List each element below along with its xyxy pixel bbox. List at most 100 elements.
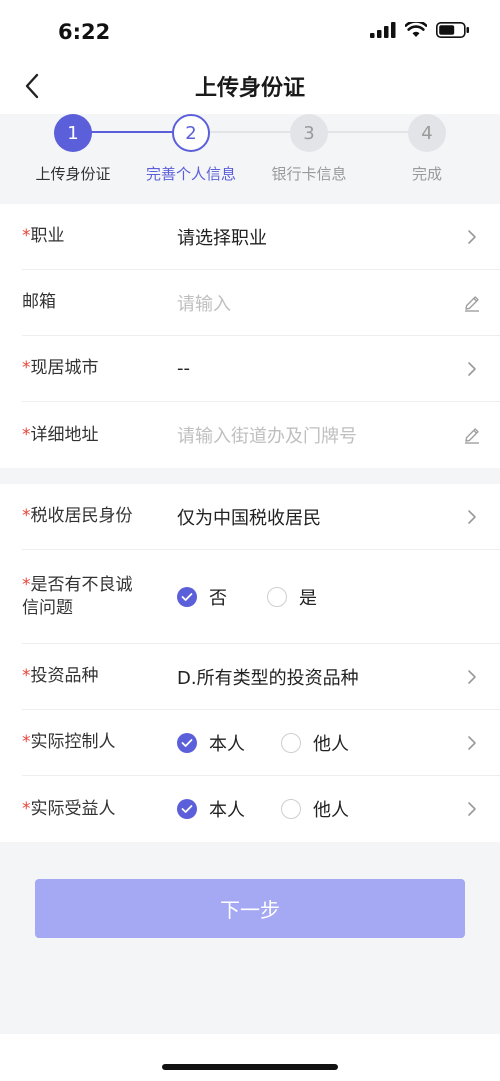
status-time: 6:22 — [58, 20, 111, 44]
email-row[interactable]: 邮箱 请输入 — [22, 270, 500, 336]
step-2-label: 完善个人信息 — [145, 165, 236, 183]
radio-unchecked-icon — [267, 586, 287, 607]
investment-type-label: *投资品种 — [22, 665, 177, 688]
radio-checked-icon — [177, 586, 197, 607]
controller-row: *实际控制人 本人 他人 — [22, 710, 500, 776]
tax-residency-select[interactable]: 仅为中国税收居民 — [177, 504, 321, 530]
contact-info-card: *职业 请选择职业 邮箱 请输入 *现居城市 -- *详细地址 请输入街道办及门… — [0, 204, 500, 468]
step-4-circle: 4 — [408, 114, 446, 152]
step-3: 3 银行卡信息 — [249, 114, 369, 184]
next-step-button[interactable]: 下一步 — [35, 879, 465, 938]
nav-bar: 上传身份证 — [0, 58, 500, 114]
credit-issue-no-label: 否 — [209, 587, 227, 609]
chevron-right-icon — [462, 667, 482, 687]
chevron-right-icon[interactable] — [462, 799, 482, 819]
required-mark: * — [22, 732, 31, 752]
chevron-right-icon — [462, 359, 482, 379]
credit-issue-radio-group: 否 是 — [177, 584, 353, 610]
step-4-number: 4 — [421, 122, 433, 144]
credit-issue-yes-label: 是 — [299, 587, 317, 609]
step-2: 2 完善个人信息 — [131, 114, 251, 184]
address-label-text: 详细地址 — [30, 424, 99, 445]
step-2-number: 2 — [185, 122, 197, 144]
radio-unchecked-icon — [281, 799, 301, 819]
step-1-number: 1 — [67, 122, 79, 144]
credit-issue-label: *是否有不良诚 信问题 — [22, 574, 177, 620]
credit-issue-yes-radio[interactable]: 是 — [267, 584, 317, 610]
controller-self-radio[interactable]: 本人 — [177, 730, 245, 756]
status-bar: 6:22 — [0, 0, 500, 58]
radio-checked-icon — [177, 732, 197, 753]
pencil-icon[interactable] — [462, 293, 482, 313]
pencil-icon[interactable] — [462, 425, 482, 445]
step-4: 4 完成 — [367, 114, 487, 184]
step-3-circle: 3 — [290, 114, 328, 152]
credit-issue-label-line1: 是否有不良诚 — [30, 574, 133, 595]
status-icons — [370, 22, 470, 38]
step-1: 1 上传身份证 — [13, 114, 133, 184]
city-row[interactable]: *现居城市 -- — [22, 336, 500, 402]
occupation-label-text: 职业 — [30, 226, 65, 246]
radio-unchecked-icon — [281, 732, 301, 753]
address-label: *详细地址 — [22, 424, 177, 447]
controller-other-radio[interactable]: 他人 — [281, 730, 349, 756]
beneficiary-other-radio[interactable]: 他人 — [281, 796, 349, 822]
required-mark: * — [22, 574, 31, 595]
credit-issue-no-radio[interactable]: 否 — [177, 584, 227, 610]
city-select[interactable]: -- — [177, 358, 190, 379]
required-mark: * — [22, 506, 31, 526]
controller-other-label: 他人 — [313, 733, 349, 755]
step-3-number: 3 — [303, 122, 315, 144]
required-mark: * — [22, 226, 31, 246]
investment-type-row[interactable]: *投资品种 D.所有类型的投资品种 — [22, 644, 500, 710]
tax-residency-label-text: 税收居民身份 — [30, 506, 133, 526]
controller-self-label: 本人 — [209, 733, 245, 755]
occupation-row[interactable]: *职业 请选择职业 — [22, 204, 500, 270]
controller-label: *实际控制人 — [22, 731, 177, 754]
home-indicator — [162, 1064, 338, 1070]
investment-type-select[interactable]: D.所有类型的投资品种 — [177, 664, 359, 690]
tax-residency-row[interactable]: *税收居民身份 仅为中国税收居民 — [22, 484, 500, 550]
chevron-right-icon[interactable] — [462, 733, 482, 753]
investment-type-label-text: 投资品种 — [30, 666, 99, 686]
beneficiary-radio-group: 本人 他人 — [177, 796, 385, 822]
city-label: *现居城市 — [22, 357, 177, 380]
chevron-right-icon — [462, 227, 482, 247]
beneficiary-row: *实际受益人 本人 他人 — [22, 776, 500, 842]
battery-icon — [436, 22, 469, 38]
progress-stepper: 1 上传身份证 2 完善个人信息 3 银行卡信息 4 完成 — [0, 114, 500, 204]
beneficiary-self-radio[interactable]: 本人 — [177, 796, 245, 822]
step-3-label: 银行卡信息 — [271, 165, 347, 183]
beneficiary-label: *实际受益人 — [22, 798, 177, 821]
compliance-info-card: *税收居民身份 仅为中国税收居民 *是否有不良诚 信问题 否 是 *投资品种 D… — [0, 484, 500, 842]
controller-label-text: 实际控制人 — [30, 732, 116, 752]
tax-residency-label: *税收居民身份 — [22, 505, 177, 528]
credit-issue-row: *是否有不良诚 信问题 否 是 — [22, 550, 500, 644]
step-2-circle: 2 — [172, 114, 210, 152]
occupation-select[interactable]: 请选择职业 — [177, 224, 267, 250]
controller-radio-group: 本人 他人 — [177, 730, 385, 756]
required-mark: * — [22, 424, 31, 445]
occupation-label: *职业 — [22, 225, 177, 248]
credit-issue-label-line2: 信问题 — [22, 597, 73, 618]
cellular-signal-icon — [370, 22, 396, 38]
address-row[interactable]: *详细地址 请输入街道办及门牌号 — [22, 402, 500, 468]
chevron-right-icon — [462, 507, 482, 527]
required-mark: * — [22, 666, 31, 686]
email-input[interactable]: 请输入 — [177, 290, 231, 316]
email-label: 邮箱 — [22, 292, 56, 312]
city-label-text: 现居城市 — [30, 358, 99, 378]
beneficiary-other-label: 他人 — [313, 800, 349, 821]
page-title: 上传身份证 — [194, 76, 305, 101]
wifi-icon — [405, 22, 427, 37]
beneficiary-label-text: 实际受益人 — [30, 798, 116, 819]
beneficiary-self-label: 本人 — [209, 800, 245, 821]
required-mark: * — [22, 358, 31, 378]
address-input[interactable]: 请输入街道办及门牌号 — [177, 422, 357, 448]
required-mark: * — [22, 798, 31, 819]
step-1-circle: 1 — [54, 114, 92, 152]
radio-checked-icon — [177, 799, 197, 819]
step-1-label: 上传身份证 — [35, 165, 111, 183]
bottom-safe-area — [0, 1034, 500, 1081]
step-4-label: 完成 — [411, 165, 442, 183]
